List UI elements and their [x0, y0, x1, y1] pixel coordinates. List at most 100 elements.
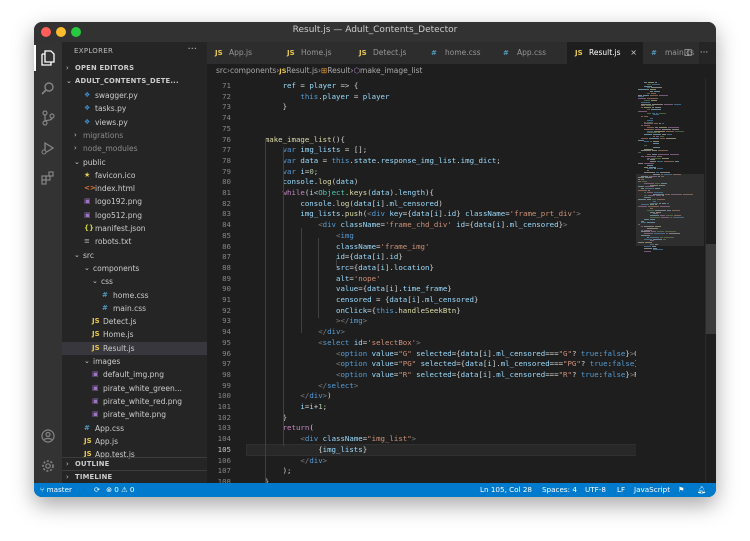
vertical-scrollbar[interactable] — [705, 78, 716, 483]
tab-result-js[interactable]: JS Result.js × — [567, 42, 644, 64]
code-line[interactable]: </div> — [247, 456, 327, 467]
file-item[interactable]: ❖ swagger.py — [62, 89, 207, 102]
code-line[interactable]: console.log(data) — [247, 177, 359, 188]
tab-app-js[interactable]: JS App.js — [207, 42, 280, 64]
file-item[interactable]: ▣ pirate_white_green... — [62, 382, 207, 395]
file-item[interactable]: # main.css — [62, 302, 207, 315]
code-line[interactable]: {img_lists} — [246, 443, 638, 457]
file-item[interactable]: {} manifest.json — [62, 222, 207, 235]
code-line[interactable]: value={data[i].time_frame} — [247, 284, 452, 295]
file-item[interactable]: ▣ logo192.png — [62, 195, 207, 208]
run-debug-icon[interactable] — [38, 138, 58, 158]
accounts-icon[interactable] — [38, 426, 58, 446]
folder-item[interactable]: ⌄ public — [62, 156, 207, 169]
file-item[interactable]: ▣ pirate_white.png — [62, 408, 207, 421]
feedback-icon[interactable]: ⚑ — [678, 483, 684, 497]
code-line[interactable]: </div> — [247, 327, 345, 338]
code-line[interactable]: </div>) — [247, 391, 331, 402]
file-item[interactable]: <> index.html — [62, 182, 207, 195]
breadcrumb-item[interactable]: src — [216, 64, 227, 78]
code-line[interactable]: src={data[i].location} — [247, 263, 434, 274]
folder-item[interactable]: ⌄ css — [62, 275, 207, 288]
breadcrumb-item[interactable]: Result.js — [286, 64, 318, 78]
code-line[interactable]: <option value="R" selected={data[i].ml_c… — [247, 370, 679, 381]
folder-item[interactable]: › node_modules — [62, 142, 207, 155]
file-item[interactable]: # home.css — [62, 289, 207, 302]
extensions-icon[interactable] — [38, 168, 58, 188]
js-file-icon: JS — [279, 67, 287, 75]
close-tab-icon[interactable]: × — [630, 42, 637, 64]
tab-app-css[interactable]: # App.css — [495, 42, 568, 64]
code-line[interactable]: img_lists.push(<div key={data[i].id} cla… — [247, 209, 580, 220]
source-control-icon[interactable] — [38, 108, 58, 128]
file-item[interactable]: # App.css — [62, 422, 207, 435]
code-line[interactable]: i=i+1; — [247, 402, 327, 413]
encoding-status[interactable]: UTF-8 — [585, 483, 606, 497]
folder-item[interactable]: ⌄ images — [62, 355, 207, 368]
timeline-section[interactable]: › TIMELINE — [62, 470, 207, 484]
cursor-position[interactable]: Ln 105, Col 28 — [480, 483, 532, 497]
file-label: src — [83, 250, 94, 260]
code-line[interactable]: while(i<Object.keys(data).length){ — [247, 188, 434, 199]
code-line[interactable]: <select id='selectBox'> — [247, 338, 420, 349]
language-mode[interactable]: JavaScript — [634, 483, 670, 497]
file-item[interactable]: ❖ views.py — [62, 116, 207, 129]
code-line[interactable]: className='frame_img' — [247, 242, 429, 253]
eol-status[interactable]: LF — [617, 483, 625, 497]
file-item[interactable]: ▣ logo512.png — [62, 209, 207, 222]
code-line[interactable]: } — [247, 102, 287, 113]
scrollbar-thumb[interactable] — [706, 244, 716, 334]
tab-home-js[interactable]: JS Home.js — [279, 42, 352, 64]
file-item[interactable]: JS Home.js — [62, 328, 207, 341]
problems-status[interactable]: ⊗ 0 ⚠ 0 — [106, 483, 134, 497]
code-line[interactable]: } — [247, 413, 287, 424]
breadcrumb-item[interactable]: Result — [327, 64, 350, 78]
folder-item[interactable]: ⌄ components — [62, 262, 207, 275]
code-line[interactable]: ); — [247, 466, 292, 477]
file-item[interactable]: ≡ robots.txt — [62, 235, 207, 248]
code-line[interactable]: id={data[i].id} — [247, 252, 403, 263]
code-line[interactable]: <div className="img_list"> — [247, 434, 416, 445]
breadcrumb-item[interactable]: make_image_list — [360, 64, 422, 78]
more-actions-icon[interactable]: ··· — [187, 44, 197, 55]
search-icon[interactable] — [38, 78, 58, 98]
open-editors-section[interactable]: › OPEN EDITORS — [62, 62, 207, 75]
more-actions-icon[interactable]: ··· — [696, 42, 712, 64]
code-line[interactable]: ref = player => { — [247, 81, 359, 92]
branch-status[interactable]: ⑂ master — [40, 483, 72, 497]
project-section[interactable]: ⌄ ADULT_CONTENTS_DETE... — [62, 75, 207, 88]
code-line[interactable]: alt='nope' — [247, 274, 381, 285]
notifications-bell-icon[interactable]: 🔔︎ — [697, 483, 706, 497]
code-line[interactable]: <option value="G" selected={data[i].ml_c… — [247, 349, 679, 360]
explorer-icon[interactable] — [34, 45, 58, 71]
code-line[interactable]: return( — [247, 423, 314, 434]
indentation-status[interactable]: Spaces: 4 — [542, 483, 577, 497]
file-item[interactable]: ▣ pirate_white_red.png — [62, 395, 207, 408]
tab-home-css[interactable]: # home.css — [423, 42, 496, 64]
file-item[interactable]: JS Detect.js — [62, 315, 207, 328]
folder-item[interactable]: ⌄ src — [62, 249, 207, 262]
file-item[interactable]: ★ favicon.ico — [62, 169, 207, 182]
tab-detect-js[interactable]: JS Detect.js — [351, 42, 424, 64]
code-line[interactable]: var data = this.state.response_img_list.… — [247, 156, 501, 167]
outline-section[interactable]: › OUTLINE — [62, 457, 207, 471]
code-line[interactable]: this.player = player — [247, 92, 389, 103]
file-item[interactable]: ▣ default_img.png — [62, 368, 207, 381]
code-editor[interactable]: 71 72 73 74 75 76 77 78 79 80 81 82 83 84 85 86 87 88 89 90… — [207, 78, 716, 483]
minimap-viewport[interactable] — [636, 174, 704, 246]
file-item[interactable]: JS Result.js — [62, 341, 207, 355]
code-line[interactable]: make_image_list(){ — [247, 135, 345, 146]
breadcrumb-item[interactable]: components — [230, 64, 276, 78]
code-line[interactable]: console.log(data[i].ml_censored) — [247, 199, 442, 210]
code-line[interactable]: </select> — [247, 381, 358, 392]
code-line[interactable]: onClick={this.handleSeekBtn} — [247, 306, 461, 317]
folder-item[interactable]: › migrations — [62, 129, 207, 142]
sync-icon[interactable]: ⟳ — [94, 483, 100, 497]
split-editor-icon[interactable]: ◫ — [680, 42, 696, 64]
code-line[interactable]: <div className='frame_chd_div' id={data[… — [247, 220, 567, 231]
code-line[interactable]: <option value="PG" selected={data[i].ml_… — [247, 359, 692, 370]
file-item[interactable]: ❖ tasks.py — [62, 102, 207, 115]
minimap[interactable] — [636, 78, 704, 483]
file-item[interactable]: JS App.js — [62, 435, 207, 448]
settings-gear-icon[interactable] — [38, 456, 58, 476]
